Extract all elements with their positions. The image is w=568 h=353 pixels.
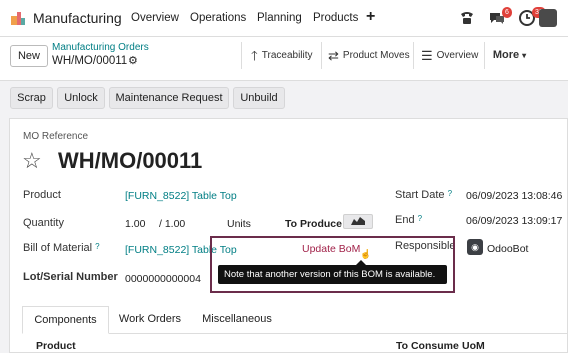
- tab-components[interactable]: Components: [22, 306, 109, 334]
- quantity-field[interactable]: 1.00: [125, 218, 145, 230]
- arrow-up-icon: 🡑: [251, 48, 258, 63]
- top-navbar: Manufacturing Overview Operations Planni…: [0, 0, 568, 37]
- mo-reference-label: MO Reference: [23, 131, 89, 142]
- new-button[interactable]: New: [10, 45, 48, 67]
- lot-field[interactable]: 0000000000004: [125, 273, 201, 285]
- swap-arrows-icon: ⇄: [328, 48, 339, 63]
- end-date-field[interactable]: 06/09/2023 13:09:17: [466, 215, 562, 227]
- traceability-button[interactable]: 🡑 Traceability: [241, 42, 321, 69]
- help-icon[interactable]: ?: [95, 242, 99, 251]
- traceability-label: Traceability: [261, 50, 313, 62]
- star-icon[interactable]: ☆: [22, 148, 42, 174]
- more-label: More: [492, 49, 520, 61]
- tab-work-orders[interactable]: Work Orders: [109, 306, 191, 334]
- control-panel: New Manufacturing Orders WH/MO/00011 ⚙ 🡑…: [0, 37, 568, 81]
- forecast-chart-button[interactable]: [343, 214, 373, 229]
- tab-miscellaneous[interactable]: Miscellaneous: [191, 306, 283, 334]
- responsible-field[interactable]: OdooBot: [487, 243, 528, 255]
- gear-icon[interactable]: ⚙: [128, 54, 138, 67]
- breadcrumb-record: WH/MO/00011: [52, 55, 128, 67]
- help-icon[interactable]: ?: [448, 189, 452, 198]
- help-icon[interactable]: ?: [418, 214, 422, 223]
- column-to-consume[interactable]: To Consume: [396, 340, 459, 352]
- unlock-button[interactable]: Unlock: [57, 87, 105, 109]
- user-avatar[interactable]: [539, 9, 557, 27]
- maintenance-request-button[interactable]: Maintenance Request: [109, 87, 229, 109]
- area-chart-icon: [351, 217, 365, 225]
- bom-tooltip: Note that another version of this BOM is…: [218, 265, 447, 284]
- more-button[interactable]: More ▾: [484, 42, 534, 69]
- start-date-field[interactable]: 06/09/2023 13:08:46: [466, 190, 562, 202]
- caret-down-icon: ▾: [522, 51, 527, 60]
- app-name[interactable]: Manufacturing: [33, 10, 122, 26]
- column-product[interactable]: Product: [36, 340, 76, 352]
- list-icon: ☰: [421, 48, 433, 63]
- to-produce-label: To Produce: [285, 218, 342, 230]
- menu-overview[interactable]: Overview: [131, 12, 179, 24]
- plus-icon[interactable]: +: [366, 8, 375, 26]
- quantity-total: / 1.00: [159, 218, 186, 230]
- product-label: Product: [23, 189, 61, 201]
- product-moves-button[interactable]: ⇄ Product Moves: [321, 42, 413, 69]
- lot-label: Lot/Serial Number: [23, 271, 118, 283]
- unbuild-button[interactable]: Unbuild: [233, 87, 285, 109]
- mo-name: WH/MO/00011: [58, 148, 203, 173]
- overview-label: Overview: [436, 50, 479, 62]
- scrap-button[interactable]: Scrap: [10, 87, 53, 109]
- start-date-label-text: Start Date: [395, 189, 445, 201]
- odoobot-avatar: ◉: [467, 239, 483, 255]
- start-date-label: Start Date ?: [395, 189, 452, 201]
- overview-button[interactable]: ☰ Overview: [413, 42, 484, 69]
- menu-products[interactable]: Products: [313, 12, 358, 24]
- breadcrumb-link[interactable]: Manufacturing Orders: [52, 42, 149, 53]
- manufacturing-app-icon[interactable]: [10, 10, 26, 26]
- end-label: End ?: [395, 214, 422, 226]
- messages-badge: 6: [502, 7, 512, 18]
- quantity-label: Quantity: [23, 217, 64, 229]
- product-field[interactable]: [FURN_8522] Table Top: [125, 190, 237, 202]
- phone-icon[interactable]: [458, 9, 476, 27]
- quantity-unit[interactable]: Units: [227, 218, 251, 230]
- menu-planning[interactable]: Planning: [257, 12, 302, 24]
- column-uom[interactable]: UoM: [462, 340, 485, 352]
- product-moves-label: Product Moves: [342, 50, 410, 62]
- end-label-text: End: [395, 214, 415, 226]
- menu-operations[interactable]: Operations: [190, 12, 246, 24]
- bom-label-text: Bill of Material: [23, 242, 93, 254]
- bom-label: Bill of Material ?: [23, 242, 100, 254]
